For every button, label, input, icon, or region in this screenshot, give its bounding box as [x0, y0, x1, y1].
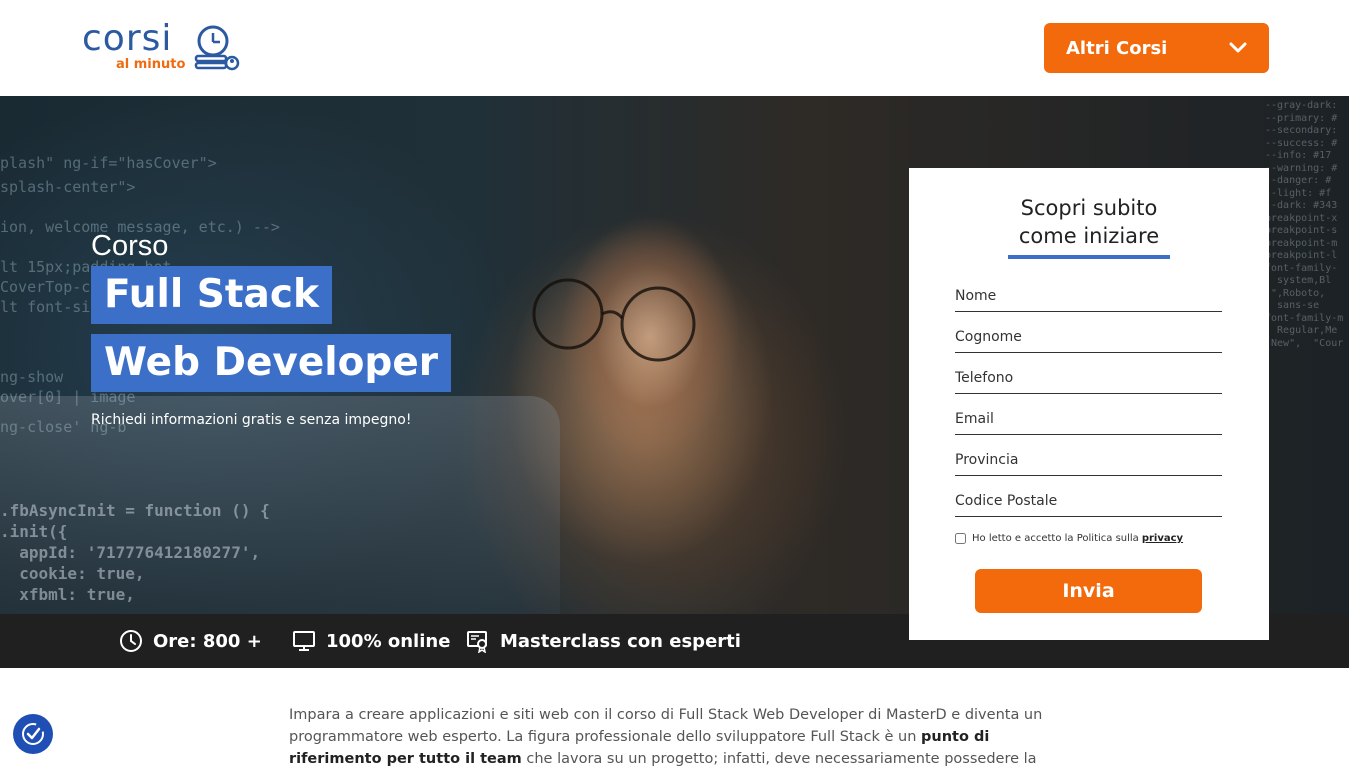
intro-part2: che lavora su un progetto; infatti, deve… [521, 751, 1037, 767]
cookie-settings-button[interactable] [13, 714, 53, 754]
logo-sub: al minuto [116, 57, 186, 72]
form-title-underline [1008, 255, 1170, 259]
glasses-illustration [532, 278, 696, 362]
woman-photo [500, 136, 800, 614]
altri-corsi-dropdown[interactable]: Altri Corsi [1044, 23, 1269, 73]
provincia-field[interactable] [955, 445, 1222, 476]
logo-word: corsi [82, 18, 173, 59]
hero-text-block: Corso Full Stack Web Developer Richiedi … [91, 228, 452, 428]
telefono-field[interactable] [955, 363, 1222, 394]
code-decoration: cookie: true, [0, 564, 145, 583]
corsi-al-minuto-logo[interactable]: corsi al minuto [82, 18, 242, 76]
hero-title-line2: Web Developer [91, 334, 452, 392]
code-decoration: appId: '717776412180277', [0, 543, 261, 562]
stat-online-label: 100% online [326, 630, 451, 652]
code-decoration: splash-center"> [0, 178, 136, 196]
privacy-consent: Ho letto e accetto la Politica sulla pri… [955, 533, 1183, 544]
stat-masterclass-label: Masterclass con esperti [500, 630, 741, 652]
hero-title-line1: Full Stack [91, 266, 332, 324]
form-title-line1: Scopri subito [1020, 196, 1158, 220]
checkmark-shield-icon [22, 723, 44, 745]
form-title-line2: come iniziare [1018, 224, 1160, 248]
lead-form: Scopri subito come iniziare Ho letto e a… [909, 168, 1269, 640]
code-decoration: xfbml: true, [0, 585, 135, 604]
form-title: Scopri subito come iniziare [909, 194, 1269, 250]
chevron-down-icon [1229, 42, 1247, 53]
submit-button[interactable]: Invia [975, 569, 1202, 613]
email-field[interactable] [955, 404, 1222, 435]
hero-prefix: Corso [91, 230, 169, 262]
nome-field[interactable] [955, 281, 1222, 312]
clock-books-logo-icon [194, 25, 240, 71]
dropdown-label: Altri Corsi [1066, 37, 1168, 59]
hero-subtitle: Richiedi informazioni gratis e senza imp… [91, 412, 412, 428]
monitor-icon [293, 631, 315, 651]
codice-postale-field[interactable] [955, 486, 1222, 517]
clock-icon [120, 630, 142, 652]
stat-online: 100% online [292, 614, 450, 668]
code-decoration: .init({ [0, 522, 68, 541]
course-intro-paragraph: Impara a creare applicazioni e siti web … [289, 704, 1079, 770]
stat-hours-label: Ore: 800 + [153, 630, 262, 652]
code-decoration: .fbAsyncInit = function () { [0, 501, 270, 520]
site-header: corsi al minuto Altri Corsi [0, 0, 1349, 96]
privacy-text: Ho letto e accetto la Politica sulla [972, 533, 1139, 544]
privacy-checkbox[interactable] [955, 533, 966, 544]
code-decoration: --gray-dark: --primary: # --secondary: -… [1265, 100, 1344, 349]
cognome-field[interactable] [955, 322, 1222, 353]
privacy-link[interactable]: privacy [1142, 533, 1183, 544]
stat-hours: Ore: 800 + [119, 614, 262, 668]
code-decoration: plash" ng-if="hasCover"> [0, 154, 217, 172]
certificate-icon [467, 631, 487, 653]
code-decoration: ng-show [0, 368, 64, 386]
stat-masterclass: Masterclass con esperti [466, 614, 741, 668]
